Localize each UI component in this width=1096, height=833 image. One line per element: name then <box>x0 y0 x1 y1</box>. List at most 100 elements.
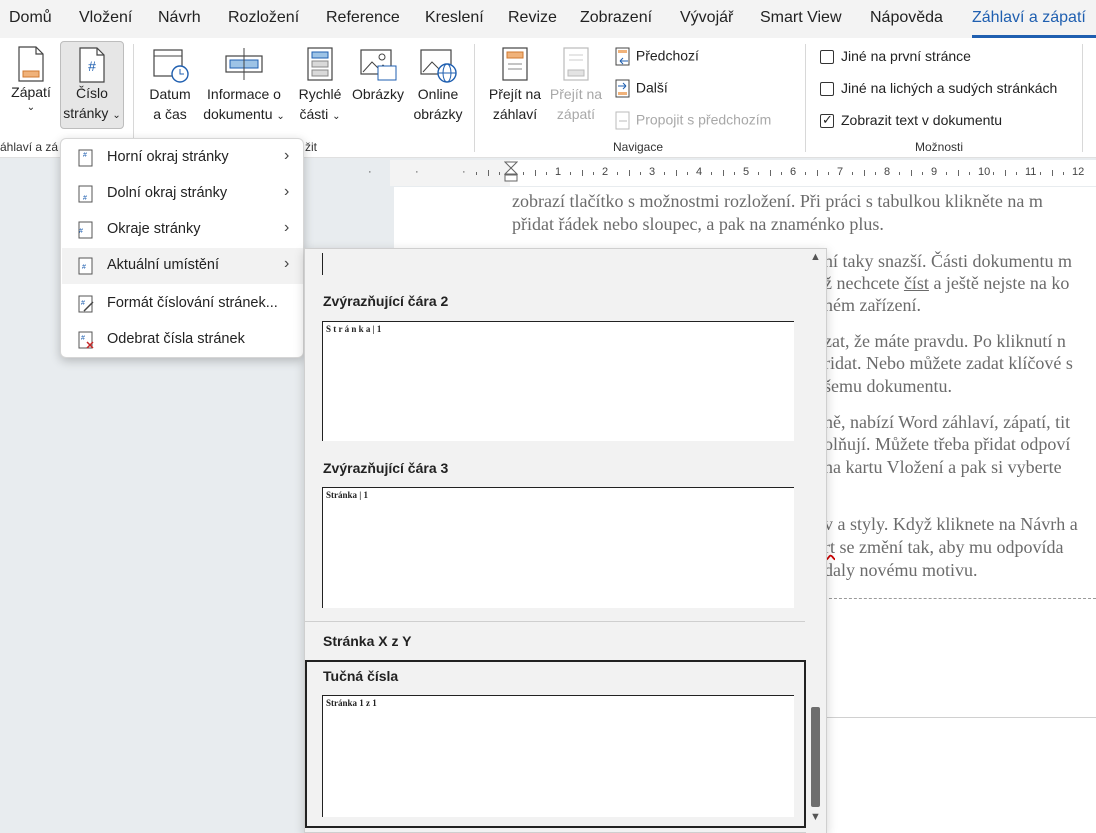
menu-item-label: Dolní okraj stránky <box>107 185 228 201</box>
chevron-down-icon: ⌄ <box>276 111 285 122</box>
menu-item-label: Aktuální umístění <box>107 257 220 273</box>
horizontal-ruler[interactable]: 1 2 3 4 5 6 7 8 9 10 11 12 · · · <box>368 160 1096 186</box>
menu-item-top-of-page[interactable]: # Horní okraj stránky › <box>62 140 303 176</box>
menu-item-format-page-numbers[interactable]: # Formát číslování stránek... <box>62 286 303 322</box>
gallery-scrollbar[interactable]: ▲ ▼ <box>806 249 826 833</box>
doc-line: šemu dokumentu. <box>824 376 952 396</box>
ruler-tick <box>875 172 877 175</box>
svg-text:#: # <box>83 152 87 159</box>
go-to-footer-button[interactable]: Přejít na zápatí <box>546 46 606 124</box>
ribbon-separator <box>1082 44 1083 152</box>
ruler-tick <box>628 170 630 176</box>
tab-vlozeni[interactable]: Vložení <box>79 9 132 27</box>
gallery-item-bold-numbers[interactable]: Tučná čísla Stránka 1 z 1 <box>305 660 806 828</box>
quick-parts-icon <box>307 47 333 81</box>
page-number-button[interactable]: # Číslo stránky ⌄ <box>60 41 124 129</box>
doc-line: rt se změní tak, aby mu odpovída <box>824 537 1063 558</box>
group-label-insert: žit <box>305 140 317 154</box>
page-margin-number-icon: # <box>78 221 93 239</box>
online-pictures-button[interactable]: Online obrázky <box>410 46 466 124</box>
ruler-tick <box>1004 170 1006 176</box>
next-label: Další <box>635 79 668 96</box>
different-odd-even-label: Jiné na lichých a sudých stránkách <box>841 80 1058 96</box>
next-page <box>827 717 1096 833</box>
menu-item-bottom-of-page[interactable]: # Dolní okraj stránky › <box>62 176 303 212</box>
go-to-header-button[interactable]: Přejít na záhlaví <box>485 46 545 124</box>
different-odd-even-checkbox[interactable] <box>820 82 834 96</box>
gallery-previous-preview <box>322 253 323 275</box>
svg-text:#: # <box>82 264 86 271</box>
tab-rozlozeni[interactable]: Rozložení <box>228 9 299 27</box>
ruler-number: 9 <box>931 166 938 178</box>
chevron-right-icon: › <box>284 255 290 272</box>
gallery-item-accent-bar-2[interactable]: S t r á n k a | 1 <box>322 321 794 441</box>
tab-domu[interactable]: Domů <box>9 9 52 27</box>
go-to-header-label-1: Přejít na <box>488 86 542 102</box>
pictures-icon <box>360 49 397 81</box>
ruler-number: 11 <box>1025 166 1037 178</box>
previous-button[interactable]: Předchozí <box>614 47 699 67</box>
scroll-down-icon[interactable]: ▼ <box>810 811 821 823</box>
ruler-tick <box>499 172 501 175</box>
next-button[interactable]: Další <box>614 79 668 99</box>
gallery-item-title: Zvýrazňující čára 3 <box>323 460 449 476</box>
ruler-tick: · <box>462 166 466 178</box>
gallery-item-title: Zvýrazňující čára 2 <box>323 293 449 309</box>
indent-marker-icon[interactable] <box>504 160 518 186</box>
date-time-button[interactable]: Datum a čas <box>143 46 197 124</box>
gallery-section-header: Stránka X z Y <box>323 633 412 649</box>
gallery-item-accent-bar-3[interactable]: Stránka | 1 <box>322 487 794 608</box>
chevron-right-icon: › <box>284 147 290 164</box>
next-icon <box>615 79 630 98</box>
doc-text: se změní tak, aby mu odpovída <box>835 537 1064 557</box>
ruler-tick <box>863 170 865 176</box>
ruler-tick <box>581 170 583 176</box>
page-top-number-icon: # <box>78 149 93 167</box>
quick-parts-button[interactable]: Rychlé části ⌄ <box>294 46 346 127</box>
doc-line: zobrazí tlačítko s možnostmi rozložení. … <box>512 191 1043 211</box>
ruler-tick <box>1016 172 1018 175</box>
group-label-header-footer: áhlaví a zá <box>0 140 59 154</box>
ruler-tick <box>734 172 736 175</box>
tab-zahlavi-a-zapati[interactable]: Záhlaví a zápatí <box>972 9 1086 27</box>
link-to-previous-button[interactable]: Propojit s předchozím <box>614 111 771 131</box>
menu-bar: Domů Vložení Návrh Rozložení Reference K… <box>0 0 1096 38</box>
quick-parts-label-2: části <box>299 106 329 122</box>
remove-page-numbers-icon: # <box>78 331 94 349</box>
doc-line: ridat. Nebo můžete zadat klíčové s <box>824 353 1073 373</box>
tab-vyvojar[interactable]: Vývojář <box>680 9 733 27</box>
go-to-header-icon <box>502 47 528 81</box>
menu-item-current-position[interactable]: # Aktuální umístění › <box>62 248 303 284</box>
doc-text: ž nechcete <box>824 273 904 293</box>
scroll-up-icon[interactable]: ▲ <box>810 251 821 263</box>
ruler-tick <box>722 170 724 176</box>
ruler-tick <box>922 172 924 175</box>
tab-zobrazeni[interactable]: Zobrazení <box>580 9 652 27</box>
ruler-tick <box>1051 170 1053 176</box>
footer-icon <box>18 46 44 82</box>
gallery-item-preview-text: Stránka 1 z 1 <box>326 698 377 708</box>
tab-navrh[interactable]: Návrh <box>158 9 201 27</box>
ribbon-separator <box>133 44 134 152</box>
doc-line: daly novému motivu. <box>824 560 978 580</box>
previous-label: Předchozí <box>635 47 699 64</box>
show-document-text-checkbox[interactable]: ✓ <box>820 112 834 128</box>
menu-item-label: Formát číslování stránek... <box>107 295 278 311</box>
tab-reference[interactable]: Reference <box>326 9 400 27</box>
document-info-button[interactable]: Informace o dokumentu ⌄ <box>199 46 289 127</box>
pictures-label: Obrázky <box>351 86 405 102</box>
menu-item-remove-page-numbers[interactable]: # Odebrat čísla stránek <box>62 322 303 358</box>
doc-line: ž nechcete číst a ještě nejste na ko <box>824 273 1069 294</box>
ruler-tick <box>769 170 771 176</box>
pictures-button[interactable]: Obrázky <box>348 46 408 104</box>
different-first-page-checkbox[interactable] <box>820 50 834 64</box>
menu-item-page-margins[interactable]: # Okraje stránky › <box>62 212 303 248</box>
tab-kresleni[interactable]: Kreslení <box>425 9 484 27</box>
footer-button[interactable]: Zápatí ⌄ <box>6 46 56 114</box>
tab-revize[interactable]: Revize <box>508 9 557 27</box>
ruler-tick <box>992 172 994 175</box>
scrollbar-thumb[interactable] <box>811 707 820 807</box>
tab-napoveda[interactable]: Nápověda <box>870 9 943 27</box>
go-to-footer-icon <box>563 47 589 81</box>
tab-smart-view[interactable]: Smart View <box>760 9 842 27</box>
